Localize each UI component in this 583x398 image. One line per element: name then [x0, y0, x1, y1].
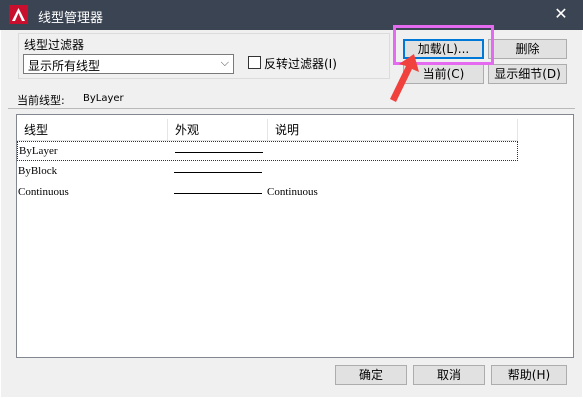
table-row[interactable]: ByLayer [17, 141, 518, 161]
annotation-arrow-icon [390, 54, 419, 102]
autocad-logo-icon [9, 5, 28, 24]
column-header-linetype[interactable]: 线型 [17, 119, 168, 141]
invert-filter-checkbox[interactable] [248, 56, 261, 69]
table-row[interactable]: ByBlock [17, 162, 518, 182]
close-icon[interactable]: ✕ [548, 3, 574, 25]
row-linetype-name: Continuous [18, 186, 69, 198]
help-button[interactable]: 帮助(H) [491, 365, 567, 385]
row-description: Continuous [267, 186, 318, 198]
show-details-button[interactable]: 显示细节(D) [488, 64, 567, 84]
linetype-list[interactable]: 线型 外观 说明 ByLayer ByBlock Continuous Cont… [16, 114, 574, 358]
ok-button[interactable]: 确定 [335, 365, 407, 385]
chevron-down-icon: ⌵ [220, 56, 229, 69]
row-linetype-name: ByBlock [18, 165, 58, 177]
linetype-filter-select[interactable]: 显示所有线型 ⌵ [23, 54, 234, 74]
linetype-sample [174, 172, 262, 173]
linetype-sample [174, 193, 262, 194]
cancel-button[interactable]: 取消 [413, 365, 485, 385]
current-linetype-value: ByLayer [83, 93, 124, 104]
delete-button[interactable]: 删除 [488, 39, 567, 59]
column-header-appearance[interactable]: 外观 [168, 119, 268, 141]
filter-selected-value: 显示所有线型 [28, 59, 101, 73]
linetype-sample [175, 152, 263, 153]
title-bar: 线型管理器 ✕ [0, 0, 583, 30]
column-header-description[interactable]: 说明 [268, 119, 518, 141]
window-title: 线型管理器 [38, 11, 104, 26]
invert-filter-label[interactable]: 反转过滤器(I) [264, 55, 337, 72]
current-linetype-label: 当前线型: [17, 94, 65, 107]
row-linetype-name: ByLayer [19, 145, 58, 157]
filter-label: 线型过滤器 [24, 38, 85, 52]
separator [8, 108, 575, 109]
table-row[interactable]: Continuous Continuous [17, 183, 518, 203]
